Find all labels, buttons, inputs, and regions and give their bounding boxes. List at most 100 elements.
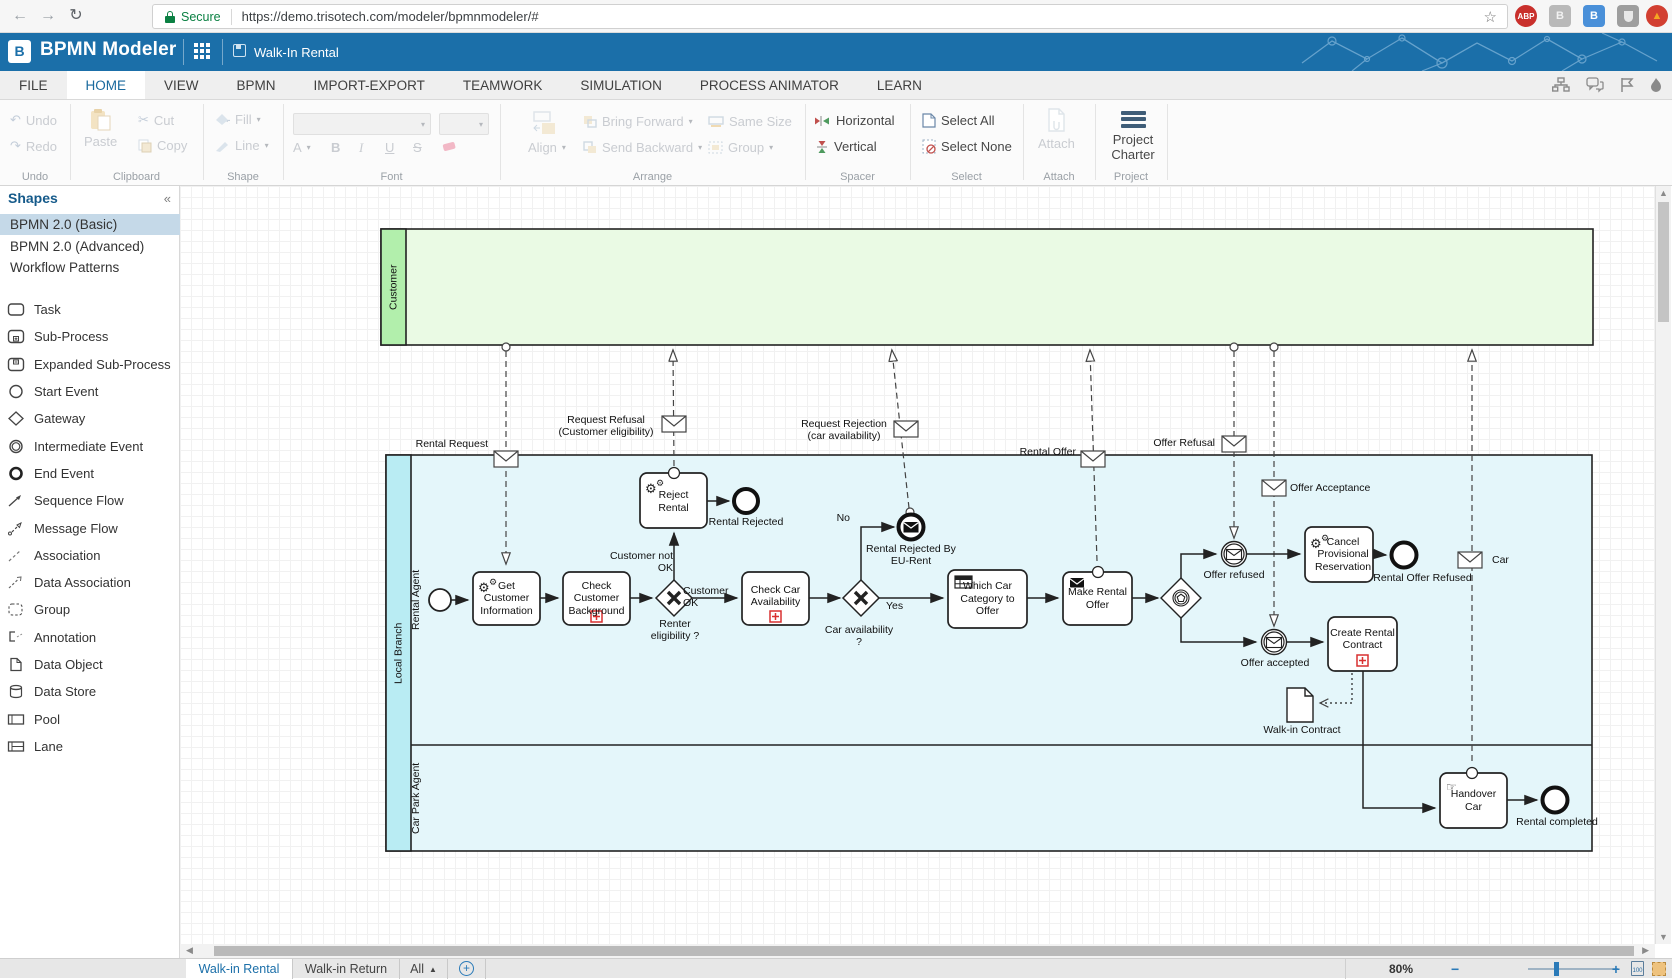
shield-extension-icon[interactable]: [1617, 5, 1639, 27]
shape-item-annotation[interactable]: Annotation: [0, 624, 180, 651]
reload-icon[interactable]: ↻: [64, 4, 88, 28]
zoom-slider-handle[interactable]: [1554, 962, 1559, 976]
shape-item-message-flow[interactable]: Message Flow: [0, 514, 180, 541]
font-family-select[interactable]: ▾: [293, 113, 431, 135]
end-event-rental-rejected[interactable]: [732, 487, 760, 515]
copy-button[interactable]: Copy: [138, 138, 187, 153]
scroll-down-icon[interactable]: ▼: [1656, 932, 1671, 942]
select-all-button[interactable]: Select All: [922, 113, 994, 128]
pool-local-branch[interactable]: [385, 454, 1593, 852]
shape-item-data-association[interactable]: Data Association: [0, 569, 180, 596]
shape-item-intermediate-event[interactable]: Intermediate Event: [0, 432, 180, 459]
flame-icon[interactable]: [1650, 77, 1662, 93]
shape-item-group[interactable]: Group: [0, 596, 180, 623]
shape-item-start-event[interactable]: Start Event: [0, 378, 180, 405]
shape-item-pool[interactable]: Pool: [0, 705, 180, 732]
menu-bpmn[interactable]: BPMN: [218, 71, 295, 99]
extension-b-blue-icon[interactable]: B: [1583, 5, 1605, 27]
back-icon[interactable]: ←: [8, 4, 32, 28]
data-object-walk-in-contract[interactable]: [1286, 687, 1314, 723]
select-none-button[interactable]: Select None: [922, 139, 1012, 154]
zoom-out-button[interactable]: −: [1451, 961, 1459, 977]
horizontal-scroll-thumb[interactable]: [214, 946, 1634, 956]
shape-item-data-object[interactable]: Data Object: [0, 651, 180, 678]
app-grid-icon[interactable]: [194, 43, 211, 60]
zoom-100-icon[interactable]: 100: [1631, 961, 1644, 976]
flow-cancel-to-end[interactable]: [1372, 548, 1388, 560]
font-color-button[interactable]: A ▾: [293, 140, 311, 155]
updater-extension-icon[interactable]: ▲: [1646, 5, 1668, 27]
scroll-right-icon[interactable]: ▶: [1642, 945, 1649, 956]
scroll-up-icon[interactable]: ▲: [1656, 188, 1671, 198]
adblock-extension-icon[interactable]: ABP: [1515, 5, 1537, 27]
shape-item-gateway[interactable]: Gateway: [0, 405, 180, 432]
menu-view[interactable]: VIEW: [145, 71, 218, 99]
project-charter-button[interactable]: Project Charter: [1107, 108, 1159, 163]
pool-customer[interactable]: [380, 228, 1594, 346]
vertical-scroll-thumb[interactable]: [1658, 202, 1669, 322]
tab-filter-all[interactable]: All ▲: [400, 959, 448, 979]
intermediate-event-offer-refused[interactable]: [1220, 540, 1248, 568]
tab-walk-in-rental[interactable]: Walk-in Rental: [186, 959, 293, 979]
diagram-canvas[interactable]: ⚙ ⚙ ⚙ ⚙ ⚙ ⚙ ☞ Customer Local Branch Rental …: [180, 186, 1655, 944]
intermediate-event-offer-accepted[interactable]: [1260, 628, 1288, 656]
start-event[interactable]: [428, 588, 452, 612]
save-icon[interactable]: [233, 44, 246, 57]
same-size-button[interactable]: Same Size: [708, 114, 792, 129]
url-bar[interactable]: Secure https://demo.trisotech.com/modele…: [152, 4, 1508, 29]
menu-import-export[interactable]: IMPORT-EXPORT: [295, 71, 444, 99]
zoom-fit-icon[interactable]: [1652, 962, 1666, 976]
horizontal-scrollbar[interactable]: ◀ ▶: [180, 944, 1655, 958]
menu-process-animator[interactable]: PROCESS ANIMATOR: [681, 71, 858, 99]
vertical-spacer-button[interactable]: Vertical: [815, 139, 877, 154]
redo-button[interactable]: ↷ Redo: [10, 138, 57, 154]
strikethrough-button[interactable]: S: [413, 140, 422, 155]
forward-icon[interactable]: →: [36, 4, 60, 28]
shape-item-data-store[interactable]: Data Store: [0, 678, 180, 705]
shape-item-association[interactable]: Association: [0, 542, 180, 569]
shape-item-sequence-flow[interactable]: Sequence Flow: [0, 487, 180, 514]
font-size-select[interactable]: ▾: [439, 113, 489, 135]
tab-walk-in-return[interactable]: Walk-in Return: [293, 959, 400, 979]
shape-item-sub-process[interactable]: Sub-Process: [0, 323, 180, 350]
url-text[interactable]: https://demo.trisotech.com/modeler/bpmnm…: [242, 9, 1484, 24]
collapse-panel-icon[interactable]: «: [164, 191, 171, 206]
menu-learn[interactable]: LEARN: [858, 71, 941, 99]
menu-simulation[interactable]: SIMULATION: [561, 71, 681, 99]
zoom-slider-track[interactable]: [1528, 968, 1618, 970]
menu-file[interactable]: FILE: [0, 71, 67, 99]
category-bpmn-basic[interactable]: BPMN 2.0 (Basic): [0, 214, 180, 235]
cut-button[interactable]: ✂ Cut: [138, 112, 174, 128]
shape-item-task[interactable]: Task: [0, 296, 180, 323]
bookmark-star-icon[interactable]: ☆: [1484, 8, 1497, 26]
extension-b-gray-icon[interactable]: B: [1549, 5, 1571, 27]
horizontal-spacer-button[interactable]: Horizontal: [815, 113, 895, 128]
shape-item-end-event[interactable]: End Event: [0, 460, 180, 487]
end-event-rental-rejected-by-eu-rent[interactable]: [896, 512, 926, 542]
paste-button[interactable]: Paste: [84, 108, 117, 149]
comments-icon[interactable]: [1586, 77, 1604, 93]
align-button[interactable]: Align ▾: [528, 140, 566, 155]
add-diagram-button[interactable]: +: [448, 959, 486, 979]
flag-icon[interactable]: [1620, 77, 1634, 93]
menu-teamwork[interactable]: TEAMWORK: [444, 71, 562, 99]
category-bpmn-advanced[interactable]: BPMN 2.0 (Advanced): [0, 236, 180, 257]
eraser-button[interactable]: [441, 140, 457, 152]
category-workflow-patterns[interactable]: Workflow Patterns: [0, 257, 180, 278]
italic-button[interactable]: I: [359, 140, 363, 156]
shape-item-expanded-sub-process[interactable]: Expanded Sub-Process: [0, 351, 180, 378]
scroll-left-icon[interactable]: ◀: [186, 945, 193, 956]
underline-button[interactable]: U: [385, 140, 394, 155]
fill-button[interactable]: Fill ▾: [215, 112, 261, 127]
end-event-rental-offer-refused[interactable]: [1389, 540, 1419, 570]
group-button[interactable]: Group ▾: [708, 140, 773, 155]
attach-button[interactable]: Attach: [1038, 108, 1075, 151]
menu-home[interactable]: HOME: [66, 71, 146, 99]
shape-item-lane[interactable]: Lane: [0, 733, 180, 760]
line-button[interactable]: Line ▾: [215, 138, 269, 153]
bring-forward-button[interactable]: Bring Forward ▾: [583, 114, 693, 129]
end-event-rental-completed[interactable]: [1540, 785, 1570, 815]
bold-button[interactable]: B: [331, 140, 340, 155]
sitemap-icon[interactable]: [1552, 77, 1570, 93]
undo-button[interactable]: ↶ Undo: [10, 112, 57, 128]
